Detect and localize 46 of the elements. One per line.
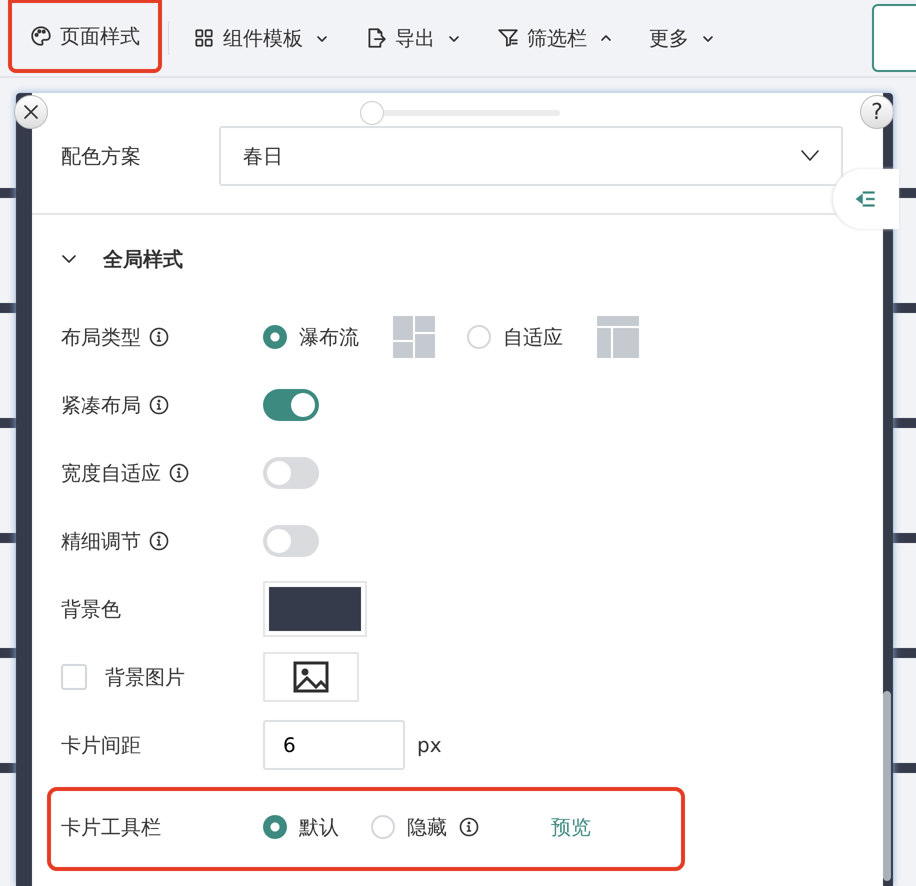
checkbox[interactable] (61, 664, 87, 690)
toolbar-button[interactable]: 更多 (631, 0, 733, 76)
button-edge (872, 4, 916, 72)
field-label: 宽度自适应 (61, 460, 161, 486)
radio-button[interactable] (467, 325, 491, 349)
toggle-switch[interactable] (263, 389, 319, 421)
option-label[interactable]: 默认 (299, 814, 339, 840)
image-icon (293, 661, 329, 693)
color-picker[interactable] (263, 581, 367, 637)
radio-button[interactable] (263, 815, 287, 839)
field-label: 精细调节 (61, 528, 141, 554)
preview-link[interactable]: 预览 (551, 814, 591, 840)
waterfall-layout-icon (393, 316, 435, 358)
toggle-switch[interactable] (263, 525, 319, 557)
field-label: 背景色 (61, 596, 121, 622)
field-label: 卡片工具栏 (61, 814, 161, 840)
field-label: 紧凑布局 (61, 392, 141, 418)
collapse-button[interactable] (833, 169, 899, 229)
field-label: 配色方案 (61, 142, 142, 170)
field-label: 布局类型 (61, 324, 141, 350)
option-label[interactable]: 瀑布流 (299, 324, 359, 350)
toolbar-button[interactable]: 导出 (347, 0, 479, 76)
scrollbar[interactable] (883, 691, 891, 881)
unit-label: px (417, 733, 442, 757)
radio-button[interactable] (263, 325, 287, 349)
toolbar-button[interactable]: 筛选栏 (479, 0, 631, 76)
option-label[interactable]: 自适应 (503, 324, 563, 350)
field-label: 卡片间距 (61, 732, 141, 758)
chevron-icon[interactable] (61, 253, 77, 265)
help-button[interactable]: ? (860, 95, 894, 129)
grid-icon (193, 27, 215, 49)
close-button[interactable] (14, 95, 48, 129)
section-title: 全局样式 (103, 246, 183, 272)
number-field[interactable]: 6 (263, 720, 405, 770)
chevron-down-icon (799, 149, 821, 163)
option-label[interactable]: 隐藏 (407, 814, 447, 840)
toolbar-button[interactable]: 页面样式 (8, 0, 162, 73)
palette-icon (30, 25, 52, 47)
toolbar-button[interactable]: 组件模板 (175, 0, 347, 76)
filter-icon (497, 27, 519, 49)
field-label: 背景图片 (105, 664, 185, 690)
radio-button[interactable] (371, 815, 395, 839)
image-upload-button[interactable] (263, 652, 359, 702)
adaptive-layout-icon (597, 316, 639, 358)
toggle-switch[interactable] (263, 457, 319, 489)
scheme-dropdown[interactable]: 春日 (219, 126, 843, 186)
